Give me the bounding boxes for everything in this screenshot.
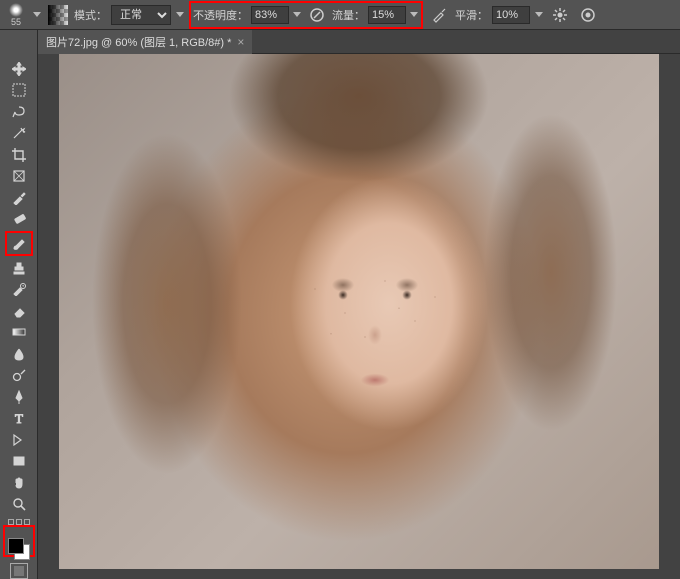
blend-mode-label: 模式： [74, 7, 107, 23]
airbrush-icon[interactable] [427, 3, 451, 27]
pen-tool[interactable] [8, 387, 30, 406]
eyedropper-tool[interactable] [8, 188, 30, 207]
canvas-area [38, 54, 680, 569]
opacity-label: 不透明度： [193, 7, 248, 23]
crop-tool[interactable] [8, 145, 30, 164]
wand-tool[interactable] [8, 123, 30, 142]
blur-tool[interactable] [8, 344, 30, 363]
flow-label: 流量： [332, 7, 365, 23]
type-tool[interactable]: T [8, 409, 30, 428]
move-tool[interactable] [8, 59, 30, 78]
toolbox: T [0, 30, 38, 579]
pressure-size-icon[interactable] [576, 3, 600, 27]
heal-tool[interactable] [8, 209, 30, 228]
checker-icon [48, 5, 68, 25]
zoom-tool[interactable] [8, 494, 30, 513]
blend-mode-select[interactable]: 正常 [111, 5, 171, 25]
opacity-chevron[interactable] [292, 3, 302, 27]
shape-tool[interactable] [8, 451, 30, 470]
document-canvas[interactable] [59, 54, 659, 574]
svg-text:T: T [15, 411, 23, 425]
opacity-input[interactable] [251, 6, 289, 24]
color-swatch[interactable] [6, 536, 32, 562]
document-tab[interactable]: 图片72.jpg @ 60% (图层 1, RGB/8#) * × [38, 30, 252, 54]
mode-chevron[interactable] [175, 3, 185, 27]
smoothing-input[interactable] [492, 6, 530, 24]
close-icon[interactable]: × [237, 35, 244, 49]
document-tab-bar: 图片72.jpg @ 60% (图层 1, RGB/8#) * × [38, 30, 680, 54]
image-content [275, 241, 475, 401]
history-brush-tool[interactable] [8, 280, 30, 299]
options-bar: 55 模式： 正常 不透明度： 流量： 平滑： [0, 0, 680, 30]
flow-input[interactable] [368, 6, 406, 24]
opacity-flow-group: 不透明度： 流量： [189, 1, 423, 29]
frame-tool[interactable] [8, 166, 30, 185]
smoothing-label: 平滑： [455, 7, 488, 23]
quick-mask-toggle[interactable] [10, 563, 28, 579]
status-bar [38, 569, 680, 579]
smoothing-chevron[interactable] [534, 3, 544, 27]
brush-preset-chevron[interactable] [32, 3, 42, 27]
brush-size-label: 55 [11, 17, 21, 27]
brush-tool[interactable] [5, 231, 33, 256]
stamp-tool[interactable] [8, 258, 30, 277]
marquee-tool[interactable] [8, 80, 30, 99]
document-tab-title: 图片72.jpg @ 60% (图层 1, RGB/8#) * [46, 34, 231, 50]
eraser-tool[interactable] [8, 301, 30, 320]
foreground-color[interactable] [8, 538, 24, 554]
brush-preset-picker[interactable]: 55 [4, 3, 28, 27]
path-tool[interactable] [8, 430, 30, 449]
brush-preview-icon [9, 3, 23, 17]
color-swatch-highlight [3, 525, 35, 557]
brush-panel-toggle[interactable] [46, 3, 70, 27]
hand-tool[interactable] [8, 473, 30, 492]
gradient-tool[interactable] [8, 323, 30, 342]
dodge-tool[interactable] [8, 366, 30, 385]
smoothing-options-icon[interactable] [548, 3, 572, 27]
pressure-opacity-icon[interactable] [305, 3, 329, 27]
flow-chevron[interactable] [409, 3, 419, 27]
lasso-tool[interactable] [8, 102, 30, 121]
